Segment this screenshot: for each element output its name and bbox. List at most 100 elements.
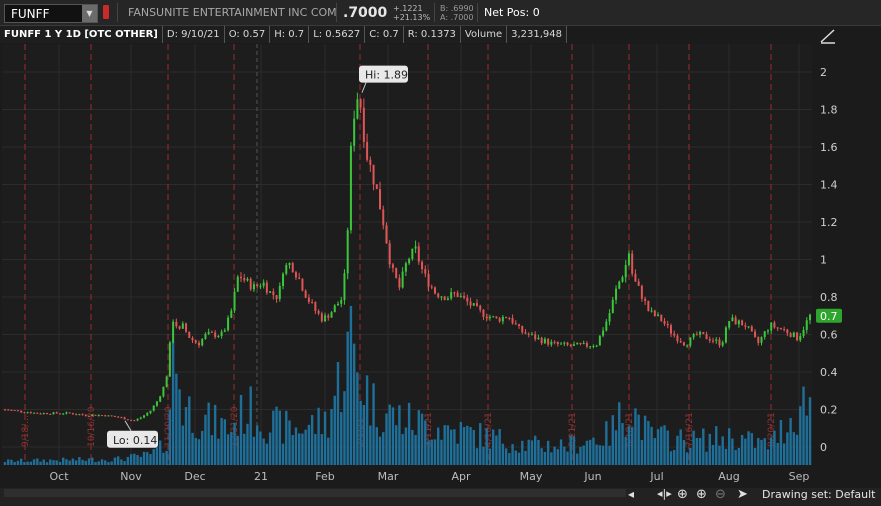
volume-bar [475,448,479,465]
volume-bar [197,439,201,465]
volume-bar [792,432,796,465]
candle-body [285,264,288,274]
candle-body [100,415,103,417]
volume-bar [711,444,715,465]
expand-time-icon[interactable]: ◂|▸ [657,487,672,500]
chart-scrollbar[interactable] [4,489,626,497]
drawing-set-label[interactable]: Drawing set: Default [762,488,875,501]
candle-body [408,258,411,264]
volume-bar [94,462,97,465]
volume-bar [239,394,243,465]
volume-bar [417,410,421,465]
volume-bar [734,449,737,465]
candle-body [391,264,394,268]
volume-bar [26,461,29,465]
candle-body [39,413,42,415]
candle-body [33,412,36,414]
candle-body [572,344,575,346]
zoom-in-icon[interactable]: ⊕ [696,487,707,502]
net-change: +.1221 [393,4,423,13]
price-chart[interactable]: 9/18/...10/16/2011/20/2012/31/202/1/213/… [0,44,881,488]
candle-body [715,339,718,341]
candle-body [744,325,747,327]
volume-bar [168,409,172,465]
candle-body [611,299,614,314]
candle-body [42,413,45,415]
symbol-selector[interactable]: FUNFF ▼ [4,4,98,23]
volume-bar [744,438,747,465]
volume-bar [336,362,340,465]
volume-bar [281,443,285,465]
volume-bar [721,436,724,465]
candle-body [97,415,100,417]
chart-title[interactable]: FUNFF 1 Y 1D [OTC OTHER] [0,26,163,43]
time-axis[interactable]: Oct Nov Dec 21 Feb Mar Apr May Jun Jul Aug Sep [49,470,809,483]
volume-bar [673,449,676,465]
candle-body [453,292,456,294]
volume-bar [731,438,734,465]
zoom-out-icon[interactable]: ⊖ [715,487,726,502]
candle-body [324,315,327,322]
candle-body [375,184,378,190]
volume-bar [424,420,427,465]
candle-body [598,335,601,346]
candle-body [689,337,692,346]
cursor-icon[interactable]: ➤ [737,487,748,502]
candle-body [615,288,618,300]
volume-bar [682,439,686,465]
volume-bar [569,435,572,465]
candle-body [511,318,514,324]
alert-flag-icon[interactable] [103,5,109,19]
price-axis[interactable]: 2 1.8 1.6 1.4 1.2 1 0.8 0.6 0.4 0.2 0 0.7 [816,66,842,454]
volume-bar [776,442,779,465]
volume-bar [97,461,100,465]
candle-body [463,295,466,298]
volume-bar [204,414,207,465]
volume-bar [517,452,521,465]
candle-body [440,296,443,298]
scroll-left-icon[interactable]: ◂ [628,487,634,501]
volume-bar [375,427,378,465]
candle-body [259,286,262,288]
volume-bar [576,453,579,465]
symbol-input[interactable]: FUNFF [11,7,49,21]
candle-body [763,331,766,338]
volume-bar [265,443,269,465]
candle-body [469,301,472,306]
hi-callout: Hi: 1.89 [365,69,408,82]
candle-body [243,278,246,281]
candle-body [456,292,459,297]
volume-bar [760,439,763,465]
volume-bar [165,450,168,465]
candle-body [809,314,811,321]
candle-body [191,337,194,341]
volume-bar [372,383,375,465]
volume-bar [181,425,185,465]
candle-body [799,335,802,341]
volume-bar [133,453,136,465]
volume-bar [634,408,637,465]
y-tick-label: 1.6 [820,141,838,154]
volume-bar [427,440,430,465]
volume-bar [466,425,469,465]
volume-bar [595,444,598,465]
candle-body [669,325,672,334]
candle-body [728,321,731,328]
candle-body [482,309,485,317]
volume-bar [724,448,728,465]
volume-bar [68,460,71,465]
candle-body [637,281,640,286]
info-volume: 3,231,948 [507,26,568,43]
volume-bar [527,439,530,465]
volume-bar [74,460,78,465]
volume-bar [349,305,353,465]
volume-bar [188,396,191,465]
candle-body [362,107,365,143]
crosshair-icon[interactable]: ⊕ [677,487,688,502]
candle-body [621,277,624,282]
volume-bar [472,429,475,465]
volume-bar [365,375,369,465]
volume-bar [259,431,262,465]
drawing-tools-icon[interactable] [818,27,838,45]
chevron-down-icon[interactable]: ▼ [82,5,97,22]
